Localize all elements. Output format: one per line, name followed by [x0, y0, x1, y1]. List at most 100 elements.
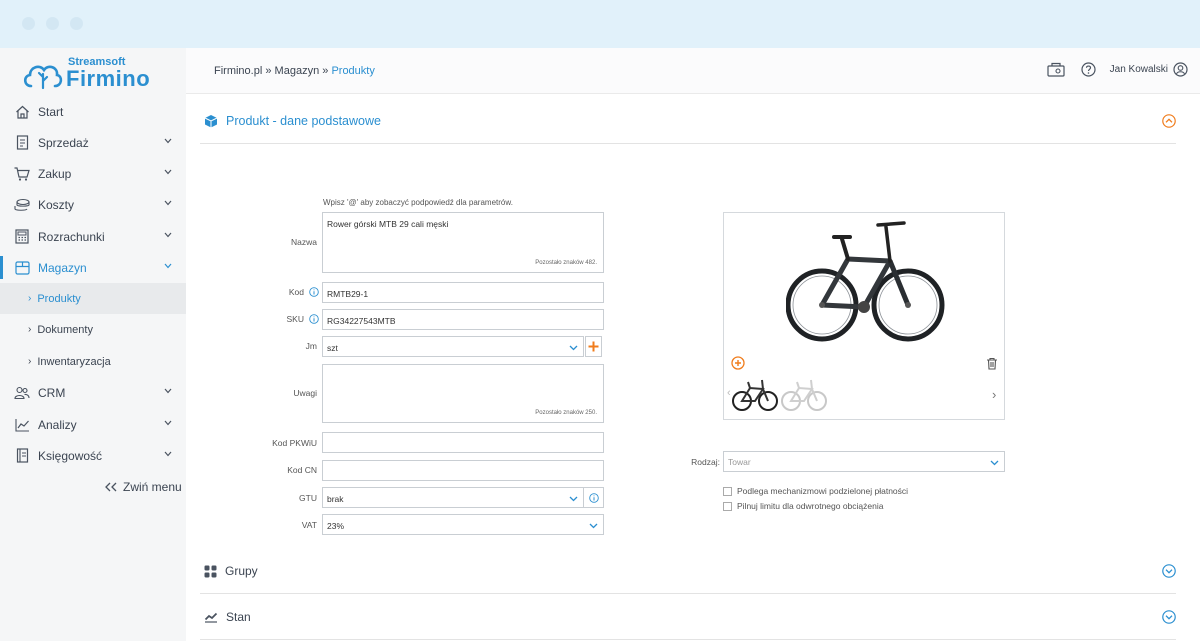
sku-input[interactable]: RG34227543MTB [322, 309, 604, 330]
collapse-menu-button[interactable]: Zwiń menu [104, 480, 182, 494]
breadcrumb-item[interactable]: Magazyn [275, 65, 320, 77]
pkwiu-input[interactable] [322, 432, 604, 453]
product-image-gallery: ‹ › [723, 212, 1005, 420]
calculator-icon [14, 229, 30, 245]
user-avatar-icon[interactable] [1173, 61, 1188, 77]
sidebar-item-magazyn[interactable]: Magazyn [0, 252, 186, 283]
kod-input[interactable]: RMTB29-1 [322, 282, 604, 303]
sidebar-item-label: Analizy [38, 417, 77, 432]
info-icon [588, 492, 599, 503]
jm-select[interactable]: szt [322, 336, 584, 357]
brand-name: Firmino [66, 66, 151, 91]
rodzaj-select[interactable]: Towar [723, 451, 1005, 472]
sidebar-item-label: Koszty [38, 197, 75, 212]
chevron-right-icon[interactable]: › [992, 387, 996, 402]
section-title: Grupy [225, 564, 258, 578]
sidebar-item-analizy[interactable]: Analizy [0, 409, 186, 440]
ledger-icon [14, 448, 30, 464]
window-chrome [0, 0, 1200, 48]
app-frame: Streamsoft Firmino Start Sprzedaż Zakup … [0, 0, 1200, 641]
checkbox-box[interactable] [723, 486, 732, 496]
vat-label: VAT [301, 520, 317, 530]
chevron-down-icon [164, 451, 172, 457]
jm-value: szt [327, 343, 338, 353]
sidebar-item-start[interactable]: Start [0, 96, 186, 127]
uwagi-label: Uwagi [293, 388, 317, 398]
split-payment-checkbox[interactable]: Podlega mechanizmowi podzielonej płatnoś… [723, 485, 1003, 497]
section-stock[interactable]: Stan [200, 595, 1176, 640]
chevron-down-icon [990, 460, 999, 466]
sidebar-item-crm[interactable]: CRM [0, 377, 186, 408]
thumbnail-bike-black[interactable] [731, 376, 779, 414]
form-hint: Wpisz '@' aby zobaczyć podpowiedź dla pa… [323, 198, 513, 207]
sidebar-subitem-produkty[interactable]: › Produkty [0, 283, 186, 314]
cn-input[interactable] [322, 460, 604, 481]
info-icon[interactable] [309, 287, 319, 297]
plus-icon [588, 341, 599, 352]
section-title: Produkt - dane podstawowe [226, 114, 381, 128]
nazwa-textarea[interactable]: Rower górski MTB 29 cali męski Pozostało… [322, 212, 604, 273]
user-name[interactable]: Jan Kowalski [1110, 64, 1168, 75]
window-dot-3[interactable] [70, 17, 83, 30]
add-image-icon[interactable] [731, 356, 745, 370]
kod-value: RMTB29-1 [327, 289, 369, 299]
gtu-select[interactable]: brak [322, 487, 584, 508]
add-unit-button[interactable] [585, 336, 602, 357]
checkbox-box[interactable] [723, 501, 732, 511]
trash-icon[interactable] [986, 357, 998, 370]
chevron-down-icon [569, 496, 578, 502]
jm-label: Jm [305, 341, 317, 351]
sidebar-item-zakup[interactable]: Zakup [0, 158, 186, 189]
chevron-down-icon [164, 200, 172, 206]
checkbox-label: Pilnuj limitu dla odwrotnego obciążenia [737, 501, 884, 511]
expand-down-icon[interactable] [1162, 610, 1176, 624]
chevron-right-icon: › [28, 293, 32, 304]
cube-icon [204, 115, 218, 128]
reverse-charge-limit-checkbox[interactable]: Pilnuj limitu dla odwrotnego obciążenia [723, 500, 1003, 512]
breadcrumb-current: Produkty [331, 65, 375, 77]
sidebar-subitem-dokumenty[interactable]: › Dokumenty [0, 314, 186, 345]
breadcrumb-separator: » [322, 65, 329, 77]
nazwa-label: Nazwa [291, 237, 317, 247]
thumbnail-bike-white[interactable] [780, 376, 828, 414]
breadcrumb-item[interactable]: Firmino.pl [214, 65, 262, 77]
sidebar-subitem-label: Produkty [37, 292, 81, 305]
cn-label: Kod CN [287, 465, 317, 475]
collapse-up-icon[interactable] [1162, 114, 1176, 128]
sidebar-item-rozrachunki[interactable]: Rozrachunki [0, 221, 186, 252]
expand-down-icon[interactable] [1162, 564, 1176, 578]
sidebar-item-koszty[interactable]: Koszty [0, 189, 186, 220]
shop-icon[interactable] [1047, 61, 1065, 77]
sidebar-item-ksiegowosc[interactable]: Księgowość [0, 440, 186, 471]
nazwa-value: Rower górski MTB 29 cali męski [327, 219, 449, 229]
chevron-right-icon: › [28, 324, 32, 335]
cloud-logo-icon [23, 65, 63, 90]
gtu-value: brak [327, 494, 344, 504]
uwagi-textarea[interactable]: Pozostało znaków 250. [322, 364, 604, 423]
info-icon[interactable] [309, 314, 319, 324]
chevron-down-icon [164, 420, 172, 426]
chevron-down-icon [569, 345, 578, 351]
grid-icon [204, 565, 217, 577]
sidebar-subitem-inwentaryzacja[interactable]: › Inwentaryzacja [0, 346, 186, 377]
window-dot-2[interactable] [46, 17, 59, 30]
vat-select[interactable]: 23% [322, 514, 604, 535]
vat-value: 23% [327, 521, 345, 531]
logo[interactable]: Streamsoft Firmino [22, 54, 162, 94]
section-product-basic[interactable]: Produkt - dane podstawowe [200, 99, 1176, 144]
sidebar-item-sprzedaz[interactable]: Sprzedaż [0, 127, 186, 158]
bicycle-image[interactable] [786, 217, 946, 357]
section-groups[interactable]: Grupy [200, 549, 1176, 594]
chevron-down-icon [164, 388, 172, 394]
double-chevron-left-icon [105, 482, 117, 492]
trend-icon [204, 612, 218, 623]
main-content: Produkt - dane podstawowe Wpisz '@' aby … [186, 94, 1200, 641]
chart-line-icon [14, 417, 30, 433]
window-dot-1[interactable] [22, 17, 35, 30]
help-icon[interactable] [1081, 61, 1096, 77]
pkwiu-label: Kod PKWiU [272, 438, 317, 448]
gtu-info-button[interactable] [583, 487, 604, 508]
coins-icon [14, 197, 30, 213]
sidebar-subitem-label: Dokumenty [37, 323, 93, 336]
chevron-down-icon [164, 232, 172, 238]
